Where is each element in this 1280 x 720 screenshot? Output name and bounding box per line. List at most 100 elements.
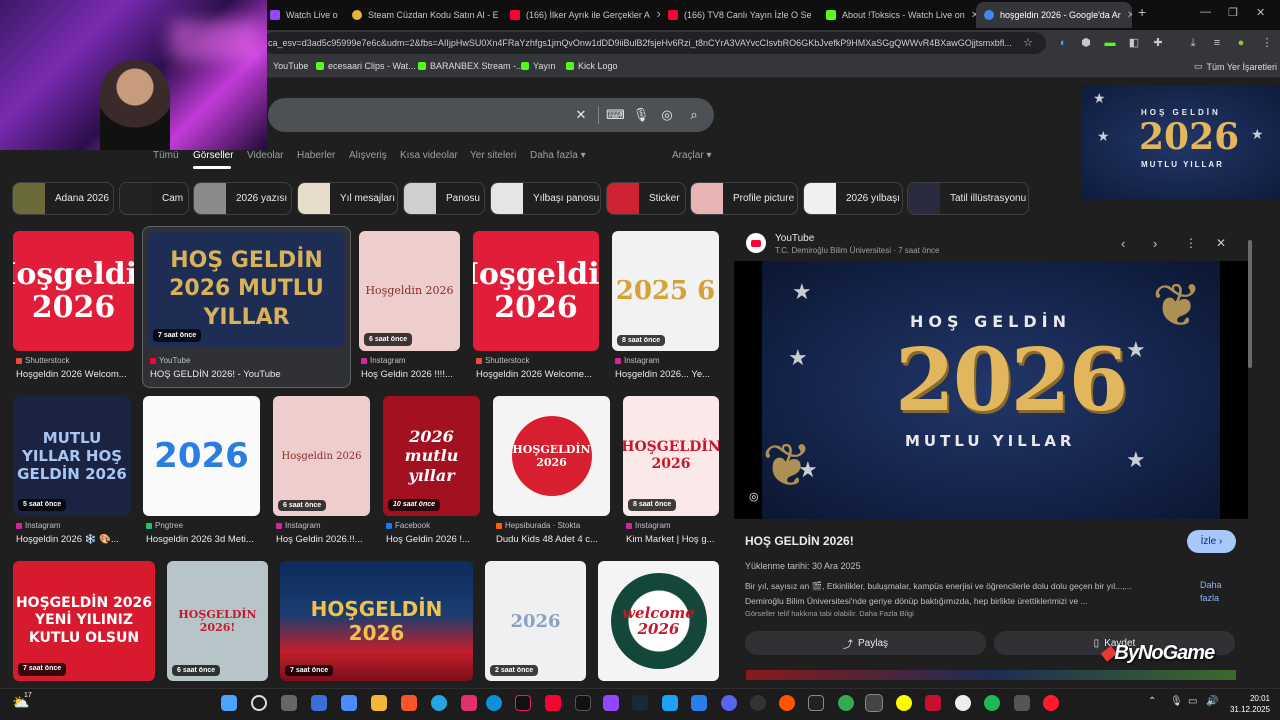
tiktok-icon[interactable] xyxy=(515,695,531,711)
result-image[interactable]: 2026 mutlu yıllar 10 saat önce xyxy=(383,396,480,516)
next-arrow-icon[interactable]: › xyxy=(1153,236,1157,251)
filter-chip[interactable]: Yıl mesajları xyxy=(297,182,398,215)
result-image[interactable]: HOŞGELDİN 2026 8 saat önce xyxy=(623,396,719,516)
result-title[interactable]: Hoşgeldin 2026 Welcome... xyxy=(476,369,598,380)
result-image[interactable]: MUTLU YILLAR HOŞ GELDİN 2026 5 saat önce xyxy=(13,396,131,516)
tab-places[interactable]: Yer siteleri xyxy=(470,150,516,161)
obs-icon[interactable] xyxy=(865,694,883,712)
app-icon[interactable] xyxy=(779,695,795,711)
more-link[interactable]: Daha fazla xyxy=(1200,579,1240,604)
media-icon[interactable]: ≡ xyxy=(1210,36,1224,50)
filter-chip[interactable]: Panosu xyxy=(403,182,485,215)
instagram-icon[interactable] xyxy=(461,695,477,711)
search-icon[interactable] xyxy=(251,695,267,711)
telegram-icon[interactable] xyxy=(431,695,447,711)
result-image[interactable]: Hoşgeldin 2026 6 saat önce xyxy=(359,231,460,351)
tab-news[interactable]: Haberler xyxy=(297,150,335,161)
task-view-icon[interactable] xyxy=(281,695,297,711)
app-icon[interactable] xyxy=(662,695,678,711)
start-button[interactable] xyxy=(221,695,237,711)
tab-short-videos[interactable]: Kısa videolar xyxy=(400,150,458,161)
browser-tab[interactable]: (166) TV8 Canlı Yayın İzle O Se✕ xyxy=(660,4,818,26)
download-icon[interactable]: ⤓ xyxy=(1186,36,1200,50)
browser-tab-active[interactable]: hoşgeldin 2026 - Google'da Ar ✕ xyxy=(976,2,1132,28)
clock-date[interactable]: 31.12.2025 xyxy=(1222,705,1270,714)
extension-icon[interactable]: ▬ xyxy=(1103,36,1117,50)
result-image[interactable]: HOŞGELDİN 2026 7 saat önce xyxy=(280,561,473,681)
filter-chip[interactable]: Profile picture xyxy=(690,182,798,215)
minimize-button[interactable]: — xyxy=(1200,6,1211,18)
discord-icon[interactable] xyxy=(721,695,737,711)
microphone-icon[interactable]: 🎙 xyxy=(1170,696,1183,707)
browser-tab[interactable]: Watch Live o xyxy=(262,4,344,26)
result-image[interactable]: HOŞGELDİN 2026 xyxy=(493,396,610,516)
extension-icon[interactable]: ◧ xyxy=(1127,36,1141,50)
steam-icon[interactable] xyxy=(632,695,648,711)
app-icon[interactable] xyxy=(691,695,707,711)
result-image[interactable]: Hoşgeldin 2026 6 saat önce xyxy=(273,396,370,516)
tools-button[interactable]: Araçlar ▾ xyxy=(672,150,711,161)
widgets-icon[interactable] xyxy=(311,695,327,711)
result-title[interactable]: Kim Market | Hoş g... xyxy=(626,534,719,545)
snapchat-icon[interactable] xyxy=(896,695,912,711)
result-title[interactable]: Hosgeldin 2026 3d Meti... xyxy=(146,534,260,545)
browser-tab[interactable]: Steam Cüzdan Kodu Satın Al - E✕ xyxy=(344,4,502,26)
bookmark-item[interactable]: ecesaari Clips - Wat... xyxy=(316,61,416,71)
result-image[interactable]: HOŞ GELDİN 2026 MUTLU YILLAR 7 saat önce xyxy=(148,232,345,347)
clock-time[interactable]: 20:01 xyxy=(1238,694,1270,703)
result-title[interactable]: Hoş Geldin 2026 !!!!... xyxy=(361,369,461,380)
extension-icon[interactable]: ◖ xyxy=(1055,36,1069,50)
result-title[interactable]: Hoş Geldin 2026 !... xyxy=(386,534,480,545)
speedtest-icon[interactable] xyxy=(750,695,766,711)
result-title[interactable]: HOŞ GELDİN 2026! - YouTube xyxy=(150,369,345,380)
search-icon[interactable]: ⌕ xyxy=(685,106,703,124)
opera-icon[interactable] xyxy=(1043,695,1059,711)
browser-tab[interactable]: (166) İlker Ayrık ile Gerçekler A✕ xyxy=(502,4,660,26)
result-image[interactable]: 2026 2 saat önce xyxy=(485,561,586,681)
app-icon[interactable] xyxy=(575,695,591,711)
app-icon[interactable] xyxy=(925,695,941,711)
file-explorer-icon[interactable] xyxy=(371,695,387,711)
more-options-icon[interactable]: ⋮ xyxy=(1185,236,1197,250)
preview-site[interactable]: YouTube xyxy=(775,233,814,244)
tab-more[interactable]: Daha fazla ▾ xyxy=(530,150,586,161)
brave-icon[interactable] xyxy=(401,695,417,711)
result-image[interactable]: HOŞGELDİN 2026 YENİ YILINIZ KUTLU OLSUN 7… xyxy=(13,561,155,681)
tab-images[interactable]: Görseller xyxy=(193,150,234,161)
prev-arrow-icon[interactable]: ‹ xyxy=(1121,236,1125,251)
close-tab-icon[interactable]: ✕ xyxy=(1127,10,1132,21)
tab-videos[interactable]: Videolar xyxy=(247,150,284,161)
network-icon[interactable]: ▭ xyxy=(1188,696,1197,707)
bookmark-item[interactable]: Kick Logo xyxy=(566,61,618,71)
lens-icon[interactable]: ◎ xyxy=(658,106,676,124)
puzzle-icon[interactable]: ✚ xyxy=(1151,36,1165,50)
filter-chip[interactable]: Tatil illüstrasyonu xyxy=(907,182,1029,215)
tray-overflow-icon[interactable]: ⌃ xyxy=(1148,696,1156,707)
result-title[interactable]: Hoşgeldin 2026... Ye... xyxy=(615,369,719,380)
filter-chip[interactable]: 2026 yılbaşı xyxy=(803,182,903,215)
bookmark-item[interactable]: BARANBEX Stream -... xyxy=(418,61,524,71)
filter-chip[interactable]: Sticker xyxy=(606,182,686,215)
all-bookmarks[interactable]: ▭ Tüm Yer İşaretleri xyxy=(1194,61,1277,72)
close-icon[interactable]: ✕ xyxy=(1216,236,1226,250)
filter-chip[interactable]: Adana 2026 xyxy=(12,182,114,215)
lens-search-icon[interactable]: ◎ xyxy=(749,490,759,503)
result-title[interactable]: Dudu Kids 48 Adet 4 c... xyxy=(496,534,608,545)
chrome-icon[interactable] xyxy=(838,695,854,711)
clear-icon[interactable]: ✕ xyxy=(572,106,590,124)
copilot-icon[interactable] xyxy=(341,695,357,711)
keyboard-icon[interactable]: ⌨ xyxy=(606,106,625,124)
volume-icon[interactable]: 🔊 xyxy=(1206,696,1218,707)
share-button[interactable]: ⤴ Paylaş xyxy=(745,631,986,655)
microphone-icon[interactable]: 🎙 xyxy=(632,106,650,124)
scrollbar[interactable] xyxy=(1248,240,1252,368)
profile-avatar[interactable]: ● xyxy=(1234,36,1248,50)
menu-icon[interactable]: ⋮ xyxy=(1260,36,1274,50)
result-image[interactable]: 2026 xyxy=(143,396,260,516)
new-tab-button[interactable]: + xyxy=(1138,4,1146,20)
result-image[interactable]: Hoşgeldin 2026 xyxy=(13,231,134,351)
bookmark-star-icon[interactable]: ☆ xyxy=(1021,36,1035,50)
result-title[interactable]: Hoşgeldin 2026 ❄️ 🎨... xyxy=(16,534,134,545)
twitch-icon[interactable] xyxy=(603,695,619,711)
tab-all[interactable]: Tümü xyxy=(153,150,179,161)
